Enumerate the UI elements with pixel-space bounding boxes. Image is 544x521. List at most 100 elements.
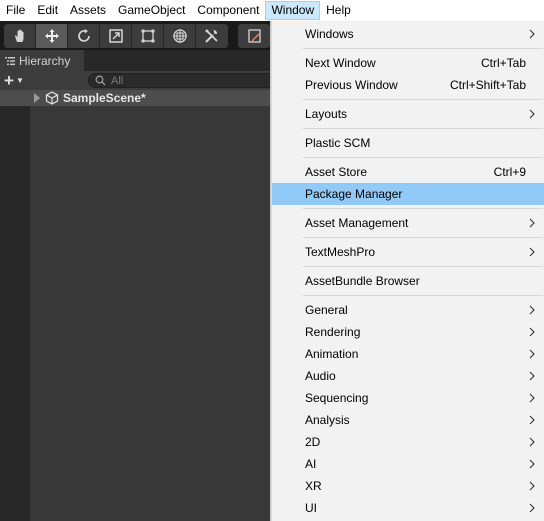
- chevron-right-icon: [529, 371, 535, 381]
- menu-assets[interactable]: Assets: [64, 1, 112, 20]
- menu-item-next-window[interactable]: Next Window Ctrl+Tab: [272, 52, 544, 74]
- hand-tool-icon[interactable]: [4, 24, 36, 48]
- menu-separator: [303, 99, 543, 100]
- menu-item-label: 2D: [305, 435, 321, 449]
- menu-item-animation[interactable]: Animation: [272, 343, 544, 365]
- menu-item-label: Asset Management: [305, 216, 409, 230]
- menu-item-rendering[interactable]: Rendering: [272, 321, 544, 343]
- list-icon: [5, 56, 15, 65]
- plus-icon: +: [4, 71, 14, 90]
- transform-tools: [4, 24, 228, 48]
- chevron-right-icon: [529, 349, 535, 359]
- menu-item-windows[interactable]: Windows: [272, 23, 544, 45]
- chevron-right-icon: [529, 459, 535, 469]
- menu-item-label: Analysis: [305, 413, 350, 427]
- menu-item-label: Package Manager: [305, 187, 403, 201]
- menu-separator: [303, 237, 543, 238]
- menu-item-2d[interactable]: 2D: [272, 431, 544, 453]
- menu-window[interactable]: Window: [265, 1, 321, 20]
- menu-separator: [303, 266, 543, 267]
- rotate-tool-icon[interactable]: [68, 24, 100, 48]
- menu-item-previous-window[interactable]: Previous Window Ctrl+Shift+Tab: [272, 74, 544, 96]
- menu-item-label: Sequencing: [305, 391, 369, 405]
- menu-separator: [303, 208, 543, 209]
- menu-separator: [303, 295, 543, 296]
- menu-separator: [303, 157, 543, 158]
- add-button[interactable]: + ▼: [4, 72, 24, 89]
- menu-item-label: Asset Store: [305, 165, 368, 179]
- menu-item-label: Rendering: [305, 325, 361, 339]
- scene-name: SampleScene*: [63, 91, 146, 105]
- menu-item-label: Next Window: [305, 56, 376, 70]
- menu-file[interactable]: File: [0, 1, 31, 20]
- menu-item-label: AI: [305, 457, 317, 471]
- chevron-right-icon: [529, 393, 535, 403]
- menu-help[interactable]: Help: [320, 1, 357, 20]
- hierarchy-gutter: [0, 90, 30, 521]
- search-input[interactable]: [111, 74, 251, 87]
- menu-item-asset-management[interactable]: Asset Management: [272, 212, 544, 234]
- chevron-down-icon: ▼: [15, 76, 24, 85]
- menu-item-label: Animation: [305, 347, 359, 361]
- menu-item-label: Layouts: [305, 107, 348, 121]
- scene-row[interactable]: SampleScene*: [0, 90, 270, 106]
- menu-item-ui[interactable]: UI: [272, 497, 544, 519]
- window-menu-dropdown: Windows Next Window Ctrl+Tab Previous Wi…: [270, 21, 544, 521]
- menu-separator: [303, 128, 543, 129]
- hierarchy-toolbar: + ▼: [0, 71, 278, 90]
- chevron-right-icon: [529, 247, 535, 257]
- menu-item-label: UI: [305, 501, 317, 515]
- custom-tool-icon[interactable]: [196, 24, 228, 48]
- search-icon: [95, 75, 106, 86]
- menu-item-shortcut: Ctrl+Tab: [480, 56, 526, 70]
- chevron-right-icon: [529, 327, 535, 337]
- menu-separator: [303, 48, 543, 49]
- hierarchy-body: [0, 90, 270, 521]
- menu-item-plastic-scm[interactable]: Plastic SCM: [272, 132, 544, 154]
- menu-item-label: TextMeshPro: [305, 245, 376, 259]
- menu-item-general[interactable]: General: [272, 299, 544, 321]
- chevron-right-icon: [529, 29, 535, 39]
- menu-item-sequencing[interactable]: Sequencing: [272, 387, 544, 409]
- menu-item-label: General: [305, 303, 348, 317]
- hierarchy-search: [88, 73, 278, 88]
- menu-item-assetbundle-browser[interactable]: AssetBundle Browser: [272, 270, 544, 292]
- chevron-right-icon: [529, 503, 535, 513]
- move-tool-icon[interactable]: [36, 24, 68, 48]
- rect-tool-icon[interactable]: [132, 24, 164, 48]
- hierarchy-tab-label: Hierarchy: [19, 53, 71, 68]
- menu-item-label: Previous Window: [305, 78, 398, 92]
- menu-gameobject[interactable]: GameObject: [112, 1, 191, 20]
- chevron-right-icon: [529, 415, 535, 425]
- menu-item-label: Windows: [305, 27, 354, 41]
- unity-scene-icon: [45, 91, 59, 105]
- menu-item-shortcut: Ctrl+Shift+Tab: [449, 78, 526, 92]
- menu-item-asset-store[interactable]: Asset Store Ctrl+9: [272, 161, 544, 183]
- menu-edit[interactable]: Edit: [31, 1, 64, 20]
- menu-item-analysis[interactable]: Analysis: [272, 409, 544, 431]
- hierarchy-tab-bar: Hierarchy: [0, 50, 270, 71]
- menu-item-label: Audio: [305, 369, 336, 383]
- menu-item-label: XR: [305, 479, 322, 493]
- transform-tool-icon[interactable]: [164, 24, 196, 48]
- chevron-right-icon: [529, 305, 535, 315]
- expand-arrow-icon[interactable]: [34, 93, 40, 103]
- menu-item-xr[interactable]: XR: [272, 475, 544, 497]
- chevron-right-icon: [529, 437, 535, 447]
- menu-item-label: Plastic SCM: [305, 136, 371, 150]
- menu-component[interactable]: Component: [191, 1, 265, 20]
- tab-hierarchy[interactable]: Hierarchy: [0, 50, 84, 71]
- menu-item-label: AssetBundle Browser: [305, 274, 420, 288]
- menu-item-ai[interactable]: AI: [272, 453, 544, 475]
- menu-item-audio[interactable]: Audio: [272, 365, 544, 387]
- scale-tool-icon[interactable]: [100, 24, 132, 48]
- chevron-right-icon: [529, 218, 535, 228]
- menu-item-layouts[interactable]: Layouts: [272, 103, 544, 125]
- chevron-right-icon: [529, 481, 535, 491]
- menu-bar: File Edit Assets GameObject Component Wi…: [0, 0, 544, 21]
- chevron-right-icon: [529, 109, 535, 119]
- menu-item-shortcut: Ctrl+9: [493, 165, 526, 179]
- edit-collider-icon[interactable]: [238, 24, 270, 48]
- menu-item-textmeshpro[interactable]: TextMeshPro: [272, 241, 544, 263]
- menu-item-package-manager[interactable]: Package Manager: [272, 183, 544, 205]
